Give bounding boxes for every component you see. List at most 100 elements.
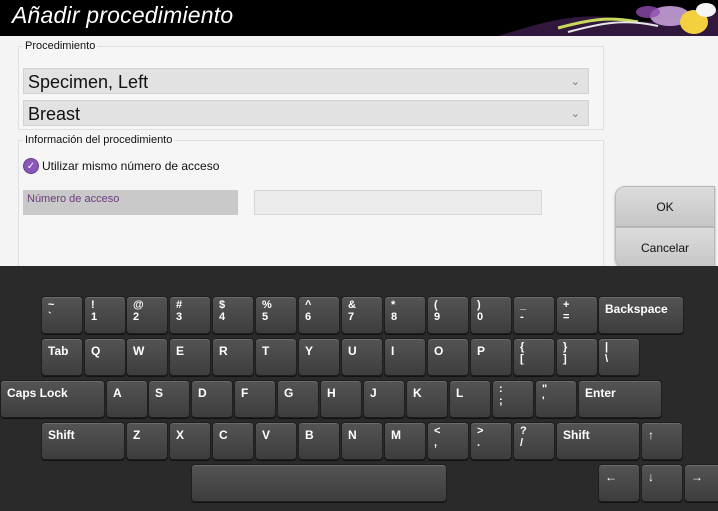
key-label: O — [434, 344, 444, 358]
key-label: ← — [605, 470, 617, 484]
key-f[interactable]: F — [234, 380, 276, 418]
key-row2-12[interactable]: }] — [556, 338, 598, 376]
key-label: V — [262, 428, 271, 442]
procedure-select-value: Specimen, Left — [28, 72, 149, 92]
form-panel: Procedimiento Specimen, Left ⌄ Breast ⌄ … — [0, 36, 718, 276]
same-accession-label: Utilizar mismo número de acceso — [42, 159, 220, 173]
key-label: G — [284, 386, 294, 400]
key-q[interactable]: Q — [84, 338, 126, 376]
key-8[interactable]: * 8 — [384, 296, 426, 334]
key-label: / — [520, 437, 524, 449]
key-row2-11[interactable]: {[ — [513, 338, 555, 376]
key-d[interactable]: D — [191, 380, 233, 418]
procedure-group: Procedimiento Specimen, Left ⌄ Breast ⌄ — [18, 40, 604, 130]
key-shift[interactable]: Shift — [41, 422, 125, 460]
key-row1-11[interactable]: _ - — [513, 296, 555, 334]
key-w[interactable]: W — [126, 338, 168, 376]
key-shift-label: " — [542, 383, 548, 395]
key-label: 1 — [91, 311, 98, 323]
key-row2-13[interactable]: | \ — [598, 338, 640, 376]
key-j[interactable]: J — [363, 380, 405, 418]
key-enter[interactable]: Enter — [578, 380, 662, 418]
cancel-button[interactable]: Cancelar — [615, 227, 715, 268]
key-row1-0[interactable]: ~ ` — [41, 296, 83, 334]
procedure-select[interactable]: Specimen, Left ⌄ — [23, 68, 589, 94]
key-b[interactable]: B — [298, 422, 340, 460]
key-backspace[interactable]: Backspace — [598, 296, 684, 334]
key-tab[interactable]: Tab — [41, 338, 83, 376]
key-label: Shift — [48, 428, 75, 442]
key-label: ↑ — [648, 428, 654, 442]
key-label: 9 — [434, 311, 441, 323]
key-i[interactable]: I — [384, 338, 426, 376]
key-label: 8 — [391, 311, 398, 323]
key-label: H — [327, 386, 336, 400]
accession-number-input[interactable] — [254, 190, 542, 215]
key-shift-label: % — [262, 299, 272, 311]
key-e[interactable]: E — [169, 338, 211, 376]
key-shift[interactable]: Shift — [556, 422, 640, 460]
key-label: 2 — [133, 311, 140, 323]
key-v[interactable]: V — [255, 422, 297, 460]
key-l[interactable]: L — [449, 380, 491, 418]
key-9[interactable]: (9 — [427, 296, 469, 334]
key-y[interactable]: Y — [298, 338, 340, 376]
key-label: \ — [605, 353, 609, 365]
key-shift-label: ( — [434, 299, 438, 311]
body-part-select[interactable]: Breast ⌄ — [23, 100, 589, 126]
key-h[interactable]: H — [320, 380, 362, 418]
key-row4-10[interactable]: ? / — [513, 422, 555, 460]
key-t[interactable]: T — [255, 338, 297, 376]
key-label: R — [219, 344, 228, 358]
key-7[interactable]: & 7 — [341, 296, 383, 334]
key-label: ; — [499, 395, 503, 407]
left-arrow-key[interactable]: ← — [598, 464, 640, 502]
key-2[interactable]: @2 — [126, 296, 168, 334]
key-shift-label: < — [434, 425, 441, 437]
key-c[interactable]: C — [212, 422, 254, 460]
key-3[interactable]: #3 — [169, 296, 211, 334]
key-caps-lock[interactable]: Caps Lock — [0, 380, 105, 418]
key-6[interactable]: ^ 6 — [298, 296, 340, 334]
procedure-info-group: Información del procedimiento ✓ Utilizar… — [18, 134, 604, 276]
key-g[interactable]: G — [277, 380, 319, 418]
key-shift-label: { — [520, 341, 525, 353]
key-shift-label: } — [563, 341, 568, 353]
key-label: Enter — [585, 386, 616, 400]
key-5[interactable]: % 5 — [255, 296, 297, 334]
key-p[interactable]: P — [470, 338, 512, 376]
key-1[interactable]: ! 1 — [84, 296, 126, 334]
right-arrow-key[interactable]: → — [684, 464, 718, 502]
up-arrow-key[interactable]: ↑ — [641, 422, 683, 460]
key-u[interactable]: U — [341, 338, 383, 376]
key-label: ` — [48, 311, 52, 323]
ok-button[interactable]: OK — [615, 186, 715, 227]
key-a[interactable]: A — [106, 380, 148, 418]
key-o[interactable]: O — [427, 338, 469, 376]
key-row3-11[interactable]: " ' — [535, 380, 577, 418]
body-part-select-value: Breast — [28, 104, 81, 124]
key-row1-12[interactable]: + = — [556, 296, 598, 334]
key-label: A — [113, 386, 122, 400]
key-label: S — [155, 386, 164, 400]
key-m[interactable]: M — [384, 422, 426, 460]
key-label: ' — [542, 395, 545, 407]
space-key[interactable] — [191, 464, 447, 502]
key-n[interactable]: N — [341, 422, 383, 460]
key-0[interactable]: ) 0 — [470, 296, 512, 334]
key-k[interactable]: K — [406, 380, 448, 418]
same-accession-checkbox[interactable]: ✓ Utilizar mismo número de acceso — [23, 158, 219, 174]
key-x[interactable]: X — [169, 422, 211, 460]
key-shift-label: $ — [219, 299, 226, 311]
key-4[interactable]: $4 — [212, 296, 254, 334]
key-label: . — [477, 437, 481, 449]
key-label: P — [477, 344, 486, 358]
key-row3-10[interactable]: :; — [492, 380, 534, 418]
key-label: C — [219, 428, 228, 442]
key-s[interactable]: S — [148, 380, 190, 418]
down-arrow-key[interactable]: ↓ — [641, 464, 683, 502]
key-row4-8[interactable]: <, — [427, 422, 469, 460]
key-row4-9[interactable]: >. — [470, 422, 512, 460]
key-z[interactable]: Z — [126, 422, 168, 460]
key-r[interactable]: R — [212, 338, 254, 376]
